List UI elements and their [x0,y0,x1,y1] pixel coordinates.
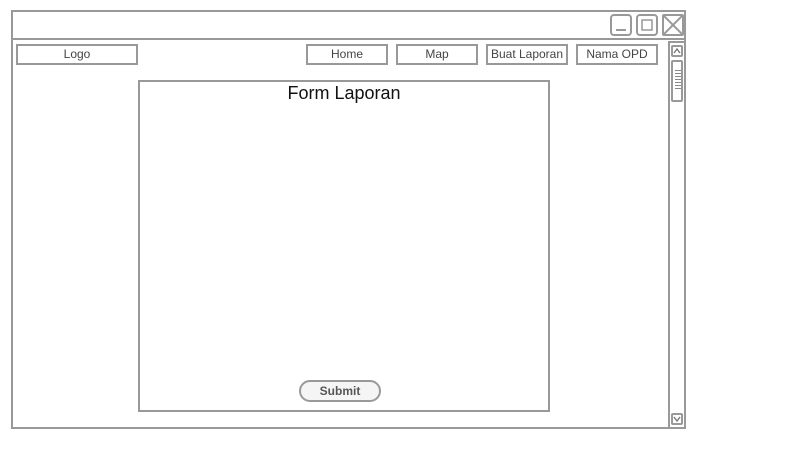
minimize-button[interactable] [610,14,632,36]
nav-item-map[interactable]: Map [396,44,478,65]
close-button[interactable] [662,14,684,36]
submit-button[interactable]: Submit [299,380,381,402]
scroll-down-button[interactable] [671,413,683,425]
close-icon [664,16,682,34]
grip-line [675,82,681,83]
browser-window: Logo Home Map Buat Laporan Nama OPD Form… [11,10,686,429]
form-title: Form Laporan [287,83,401,103]
minimize-icon [616,29,626,31]
grip-line [675,76,681,77]
logo[interactable]: Logo [16,44,138,65]
grip-line [675,70,681,71]
grip-line [675,79,681,80]
grip-line [675,88,681,89]
nav-item-nama-opd[interactable]: Nama OPD [576,44,658,65]
maximize-button[interactable] [636,14,658,36]
maximize-icon [641,19,653,31]
chevron-down-icon [673,416,681,423]
scroll-up-button[interactable] [671,45,683,57]
scroll-thumb[interactable] [671,60,683,102]
grip-line [675,73,681,74]
report-form: Form Laporan Submit [138,80,550,412]
nav-item-home[interactable]: Home [306,44,388,65]
grip-line [675,85,681,86]
chevron-up-icon [673,47,681,54]
nav-item-buat-laporan[interactable]: Buat Laporan [486,44,568,65]
title-bar [13,12,684,40]
vertical-scrollbar[interactable] [668,41,686,429]
